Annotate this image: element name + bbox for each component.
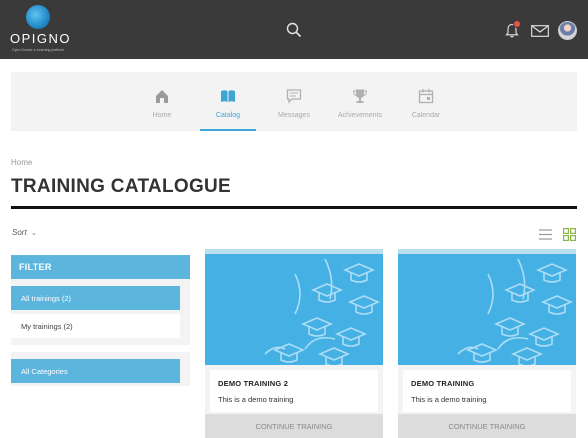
mail-icon[interactable] <box>531 25 549 37</box>
card-description: This is a demo training <box>218 395 294 404</box>
user-avatar[interactable] <box>558 21 577 40</box>
filter-all-trainings[interactable]: All trainings (2) <box>11 286 180 310</box>
graduation-cap-pattern-icon <box>457 258 574 365</box>
all-categories-button[interactable]: All Categories <box>11 359 180 383</box>
training-card[interactable]: DEMO TRAINING This is a demo training CO… <box>398 249 576 438</box>
card-body: DEMO TRAINING 2 This is a demo training <box>210 370 378 412</box>
category-panel: All Categories <box>11 352 190 386</box>
filter-panel: FILTER All trainings (2) My trainings (2… <box>11 255 190 345</box>
chat-icon <box>286 89 302 104</box>
page-title: TRAINING CATALOGUE <box>11 176 232 197</box>
book-icon <box>221 90 235 102</box>
nav-label-home: Home <box>152 112 172 119</box>
notification-badge <box>513 20 521 28</box>
nav-item-home[interactable]: Home <box>134 72 190 131</box>
logo-text: OPIGNO <box>10 31 72 46</box>
opigno-logo[interactable]: OPIGNO Open Source e-Learning platform <box>10 5 74 57</box>
card-image[interactable] <box>205 254 383 365</box>
card-title[interactable]: DEMO TRAINING 2 <box>218 379 288 388</box>
trophy-icon <box>352 89 368 103</box>
nav-item-achievements[interactable]: Achievements <box>332 72 388 131</box>
calendar-icon <box>418 89 434 104</box>
grid-view-icon[interactable] <box>563 228 576 241</box>
nav-label-catalog: Catalog <box>215 112 241 119</box>
logo-tagline: Open Source e-Learning platform <box>12 48 64 52</box>
title-divider <box>11 206 577 209</box>
card-title[interactable]: DEMO TRAINING <box>411 379 474 388</box>
training-card[interactable]: DEMO TRAINING 2 This is a demo training … <box>205 249 383 438</box>
search-icon[interactable] <box>286 22 302 38</box>
sort-dropdown[interactable]: Sort <box>12 228 27 237</box>
home-icon <box>156 90 168 103</box>
filter-heading: FILTER <box>11 255 190 279</box>
main-nav: Home Catalog Messages Achievements Calen… <box>11 72 577 131</box>
logo-globe-icon <box>26 5 50 29</box>
nav-label-messages: Messages <box>278 112 310 119</box>
continue-training-button[interactable]: CONTINUE TRAINING <box>205 414 383 438</box>
nav-label-achievements: Achievements <box>338 112 382 119</box>
nav-label-calendar: Calendar <box>411 112 441 119</box>
filter-my-trainings[interactable]: My trainings (2) <box>11 314 180 338</box>
breadcrumb-home[interactable]: Home <box>11 158 32 167</box>
card-description: This is a demo training <box>411 395 487 404</box>
nav-item-calendar[interactable]: Calendar <box>398 72 454 131</box>
card-image[interactable] <box>398 254 576 365</box>
list-view-icon[interactable] <box>539 229 552 240</box>
top-bar: OPIGNO Open Source e-Learning platform <box>0 0 588 59</box>
graduation-cap-pattern-icon <box>264 258 381 365</box>
chevron-down-icon[interactable]: ⌄ <box>31 229 37 237</box>
continue-training-button[interactable]: CONTINUE TRAINING <box>398 414 576 438</box>
card-body: DEMO TRAINING This is a demo training <box>403 370 571 412</box>
nav-item-catalog[interactable]: Catalog <box>200 72 256 131</box>
nav-item-messages[interactable]: Messages <box>266 72 322 131</box>
